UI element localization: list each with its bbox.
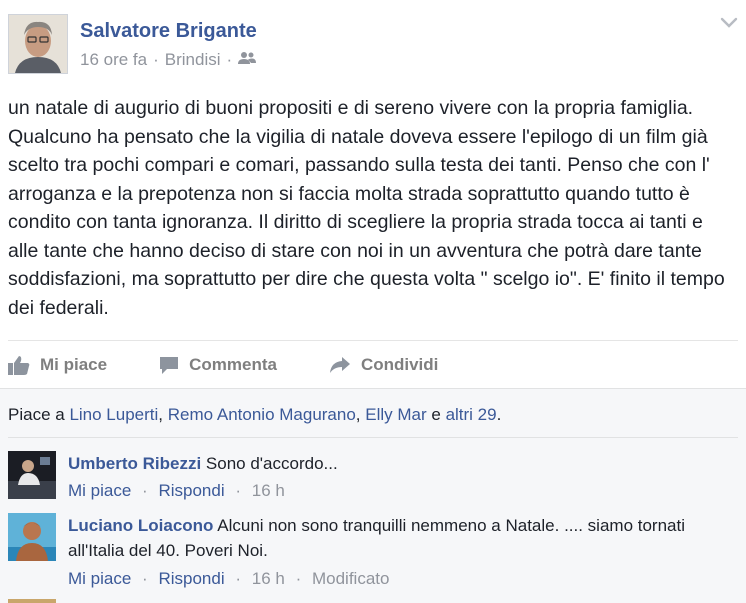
comment-button[interactable]: Commenta — [159, 355, 277, 375]
share-label: Condividi — [360, 355, 439, 374]
comment-actions: Mi piace · Rispondi · 16 h · Modificato — [68, 569, 389, 589]
commenter-name[interactable]: Luciano Loiacono — [68, 516, 213, 535]
liker-link[interactable]: Remo Antonio Magurano — [168, 405, 356, 424]
liker-link[interactable]: Elly Mar — [365, 405, 426, 424]
thumbs-up-icon — [8, 356, 30, 375]
others-link[interactable]: altri 29 — [446, 405, 497, 424]
friends-icon[interactable] — [238, 50, 257, 70]
likes-summary: Piace a Lino Luperti, Remo Antonio Magur… — [8, 405, 501, 425]
comment-reply-link[interactable]: Rispondi — [158, 481, 224, 500]
likes-conjunction: e — [426, 405, 446, 424]
comment-label: Commenta — [189, 355, 277, 374]
comment-content: Umberto Ribezzi Sono d'accordo... — [68, 451, 718, 476]
chevron-down-icon[interactable] — [720, 16, 738, 30]
post-location[interactable]: Brindisi — [165, 50, 221, 70]
divider — [8, 437, 738, 438]
meta-separator: · — [226, 50, 233, 69]
commenter-name[interactable]: Umberto Ribezzi — [68, 454, 201, 473]
comment-reply-link[interactable]: Rispondi — [158, 569, 224, 588]
comment-time[interactable]: 16 h — [252, 569, 285, 588]
post-actions: Mi piace Commenta Condividi — [8, 340, 738, 389]
comments-panel: Piace a Lino Luperti, Remo Antonio Magur… — [0, 388, 746, 603]
like-label: Mi piace — [40, 355, 108, 374]
meta-separator: · — [142, 569, 148, 588]
post-body: un natale di augurio di buoni propositi … — [8, 97, 725, 319]
comment-like-link[interactable]: Mi piace — [68, 569, 131, 588]
post-meta: 16 ore fa · Brindisi · — [80, 50, 257, 70]
meta-separator: · — [153, 50, 159, 69]
comment-content: Luciano Loiacono Alcuni non sono tranqui… — [68, 513, 718, 563]
likes-prefix: Piace a — [8, 405, 70, 424]
comment-text: Sono d'accordo... — [205, 454, 338, 473]
meta-separator: · — [235, 569, 242, 588]
meta-separator: · — [142, 481, 148, 500]
comment-like-link[interactable]: Mi piace — [68, 481, 131, 500]
comment-edited-label[interactable]: Modificato — [312, 569, 389, 588]
comment-actions: Mi piace · Rispondi · 16 h — [68, 481, 285, 501]
likes-suffix: . — [496, 405, 502, 424]
next-commenter-avatar[interactable] — [8, 599, 56, 603]
facebook-post: Salvatore Brigante 16 ore fa · Brindisi … — [0, 0, 746, 603]
liker-link[interactable]: Lino Luperti — [69, 405, 158, 424]
author-name[interactable]: Salvatore Brigante — [80, 20, 257, 43]
meta-separator: · — [235, 481, 242, 500]
like-button[interactable]: Mi piace — [8, 355, 107, 375]
commenter-avatar[interactable] — [8, 451, 56, 499]
comment-time[interactable]: 16 h — [252, 481, 285, 500]
meta-separator: · — [295, 569, 302, 588]
share-button[interactable]: Condividi — [329, 355, 438, 375]
post-timestamp[interactable]: 16 ore fa — [80, 50, 147, 70]
likes-separator: , — [158, 405, 168, 424]
comment-icon — [160, 356, 179, 374]
likes-separator: , — [355, 405, 366, 424]
commenter-avatar[interactable] — [8, 513, 56, 561]
share-icon — [329, 357, 350, 373]
author-avatar[interactable] — [8, 14, 68, 74]
